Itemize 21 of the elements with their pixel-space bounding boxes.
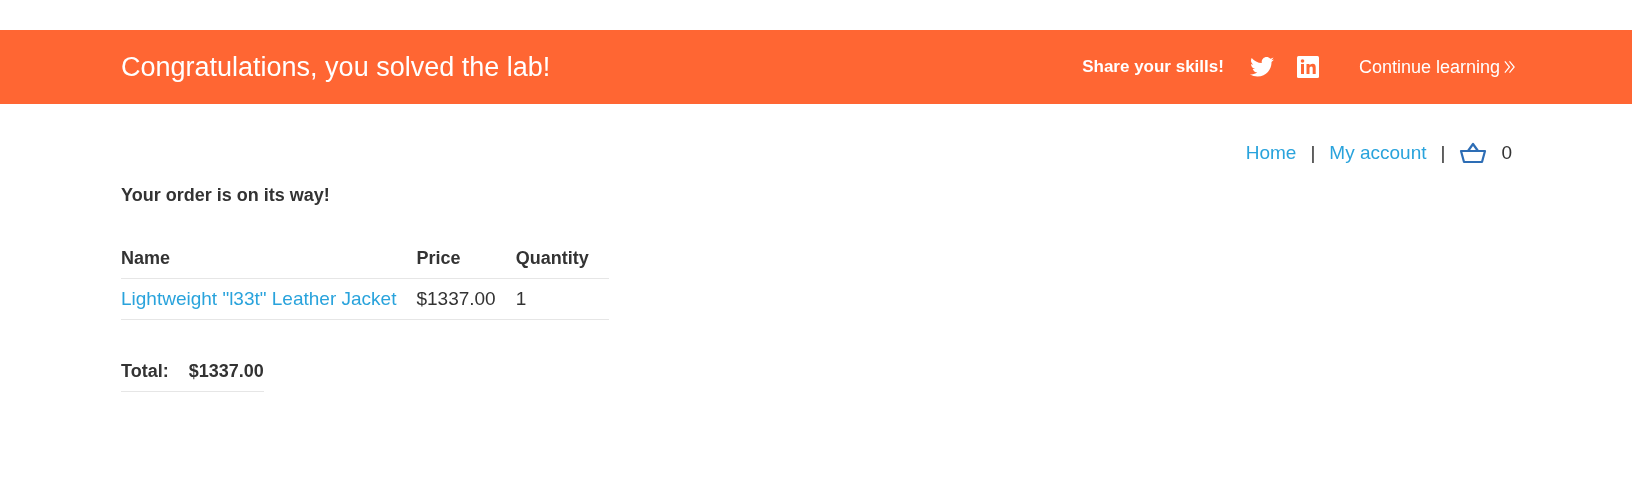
nav-separator: | [1440, 142, 1446, 164]
cart-count: 0 [1501, 142, 1512, 164]
nav-link[interactable]: Home [1245, 142, 1297, 164]
quantity-cell: 1 [515, 278, 609, 320]
twitter-bird-icon[interactable] [1249, 57, 1274, 77]
nav-link[interactable]: My account [1329, 142, 1427, 164]
total-value: $1337.00 [188, 352, 264, 392]
banner-title: Congratulations, you solved the lab! [121, 51, 551, 83]
linkedin-icon[interactable] [1296, 56, 1319, 78]
price-cell: $1337.00 [416, 278, 516, 320]
column-header: Name [121, 239, 417, 279]
product-link[interactable]: Lightweight "l33t" Leather Jacket [121, 288, 397, 309]
total-label: Total: [121, 352, 189, 392]
continue-learning-link[interactable]: Continue learning [1358, 56, 1516, 78]
column-header: Quantity [515, 239, 609, 279]
basket-icon[interactable] [1459, 142, 1488, 164]
column-header: Price [416, 239, 516, 279]
share-label: Share your skills! [1082, 57, 1224, 77]
nav-separator: | [1310, 142, 1316, 164]
double-chevron-icon [1503, 59, 1516, 75]
order-heading: Your order is on its way! [121, 185, 331, 206]
